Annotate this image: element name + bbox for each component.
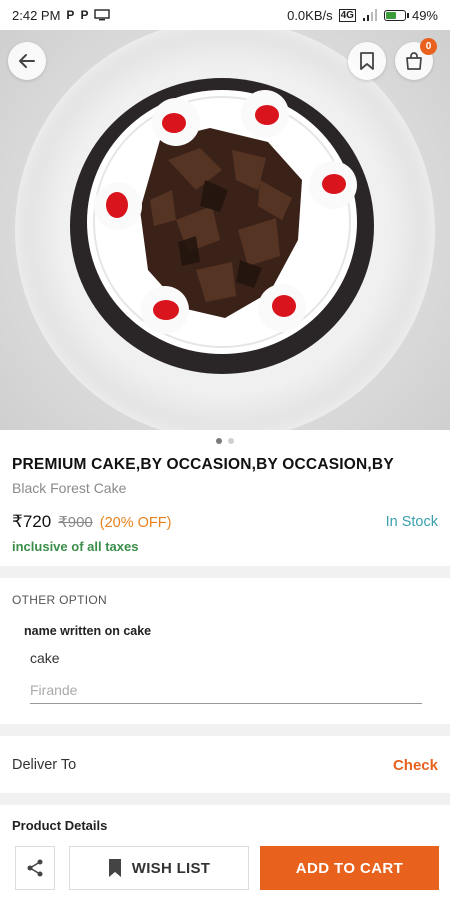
section-divider [0,793,450,805]
wishlist-bookmark-icon [108,859,121,877]
battery-level [385,11,396,19]
screen-cast-icon [94,9,111,21]
status-right: 0.0KB/s 4G 49% [287,8,438,23]
battery-icon [383,9,409,21]
product-subtitle: Black Forest Cake [12,480,127,496]
carousel-dot[interactable] [216,438,222,444]
carousel-dot[interactable] [228,438,234,444]
share-button[interactable] [15,846,55,890]
cart-count-badge: 0 [420,38,437,55]
tax-note: inclusive of all taxes [12,539,139,554]
back-arrow-icon [19,54,35,68]
signal-icon [362,9,377,21]
bookmark-button[interactable] [348,42,386,80]
product-image[interactable]: 0 [0,30,450,430]
deliver-to-row: Deliver To Check [0,737,450,793]
share-icon [27,859,43,877]
bottom-action-bar: WISH LIST ADD TO CART [0,844,450,900]
product-mrp: ₹900 [58,514,93,531]
shopping-bag-icon [406,52,422,70]
add-to-cart-button[interactable]: ADD TO CART [260,846,439,890]
status-time: 2:42 PM [12,7,61,23]
network-type: 4G [338,8,356,22]
back-button[interactable] [8,42,46,80]
cake-name-hint: cake [30,650,60,666]
discount-label: (20% OFF) [99,515,172,531]
battery-percent: 49% [411,7,438,23]
section-divider [0,566,450,578]
cake-name-input[interactable] [30,676,422,704]
status-bar: 2:42 PM P P 0.0KB/s 4G 49% [0,0,450,30]
add-to-cart-label: ADD TO CART [295,859,404,877]
app-notification-icon: P [80,8,89,22]
bookmark-icon [360,52,374,70]
deliver-to-label: Deliver To [12,757,77,773]
other-option-heading: OTHER OPTION [12,593,107,607]
status-left: 2:42 PM P P [12,7,111,23]
product-details-heading[interactable]: Product Details [12,818,107,833]
cart-button[interactable]: 0 [395,38,437,80]
wishlist-button[interactable]: WISH LIST [69,846,249,890]
cake-image [70,78,374,374]
check-pincode-link[interactable]: Check [393,757,438,774]
wishlist-label: WISH LIST [131,859,211,877]
cake-name-label: name written on cake [24,624,152,638]
app-notification-icon: P [66,8,75,22]
stock-status: In Stock [385,514,438,530]
section-divider [0,724,450,736]
product-price: ₹720 [12,512,52,531]
price-row: ₹720 ₹900 (20% OFF) [12,512,171,532]
carousel-indicator [0,438,450,444]
product-title: PREMIUM CAKE,BY OCCASION,BY OCCASION,BY [12,456,394,473]
network-speed: 0.0KB/s [287,7,333,23]
